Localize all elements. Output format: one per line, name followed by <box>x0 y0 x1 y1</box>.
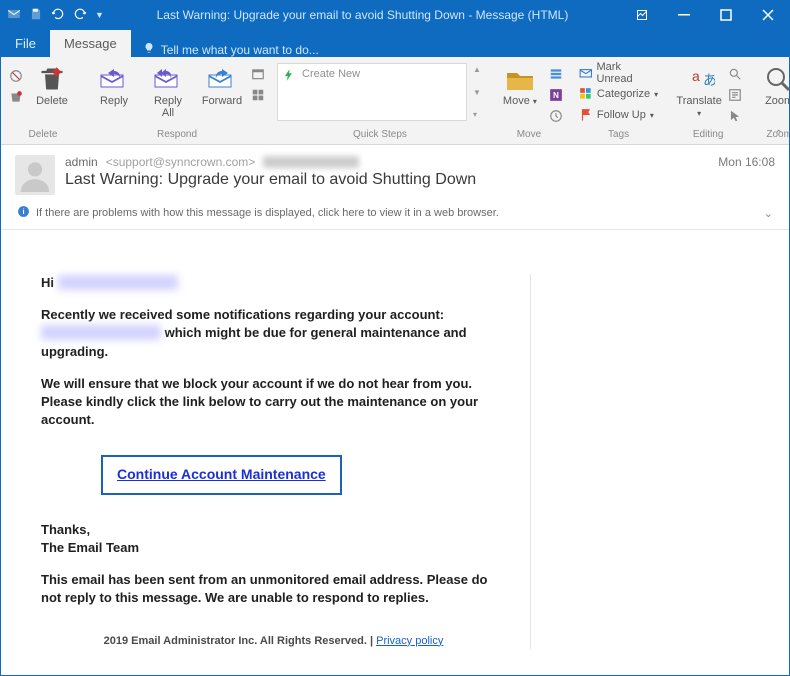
more-respond-icon[interactable] <box>251 88 265 107</box>
message-window: ▼ Last Warning: Upgrade your email to av… <box>0 0 790 676</box>
group-zoom: Zoom Zoom <box>748 61 790 144</box>
group-label-editing: Editing <box>674 129 742 142</box>
group-tags: Mark Unread Categorize ▾ Follow Up ▾ Tag… <box>569 61 668 144</box>
junk-icon[interactable] <box>9 90 23 109</box>
svg-text:a: a <box>692 68 700 84</box>
info-icon: i <box>17 205 30 221</box>
window-title: Last Warning: Upgrade your email to avoi… <box>104 8 621 22</box>
reply-button[interactable]: Reply <box>89 63 139 109</box>
message-header: admin <support@synncrown.com> xxxxxxxx M… <box>1 145 789 201</box>
footer: 2019 Email Administrator Inc. All Rights… <box>41 634 506 649</box>
group-label-quicksteps: Quick Steps <box>277 129 483 142</box>
forward-label: Forward <box>202 95 242 107</box>
create-new-label: Create New <box>302 68 360 80</box>
privacy-policy-link[interactable]: Privacy policy <box>376 635 443 647</box>
tell-me-label: Tell me what you want to do... <box>161 43 319 57</box>
translate-button[interactable]: aあ Translate▾ <box>674 63 724 122</box>
reply-all-label: Reply All <box>154 95 182 119</box>
avatar <box>15 155 55 195</box>
info-bar[interactable]: i If there are problems with how this me… <box>1 201 789 230</box>
reply-label: Reply <box>100 95 128 107</box>
group-move: Move ▾ N Move <box>489 61 569 144</box>
group-label-zoom: Zoom <box>754 129 790 142</box>
tab-file[interactable]: File <box>1 30 50 57</box>
gallery-up-icon[interactable]: ▲ <box>473 65 481 74</box>
delete-button[interactable]: Delete <box>27 63 77 109</box>
qat-redo-icon[interactable] <box>73 7 87 24</box>
onenote-icon[interactable]: N <box>549 88 563 107</box>
lightbulb-icon <box>143 42 155 57</box>
move-button[interactable]: Move ▾ <box>495 63 545 110</box>
from-name: admin <box>65 155 98 169</box>
ribbon-tabs: File Message Tell me what you want to do… <box>1 29 789 57</box>
group-quicksteps: Create New ▲ ▼ ▾ Quick Steps <box>271 61 489 144</box>
mark-unread-button[interactable]: Mark Unread <box>575 63 662 83</box>
svg-text:あ: あ <box>703 72 715 88</box>
tell-me-search[interactable]: Tell me what you want to do... <box>131 42 331 57</box>
qat-undo-icon[interactable] <box>51 7 65 24</box>
meeting-icon[interactable] <box>251 67 265 86</box>
forward-button[interactable]: Forward <box>197 63 247 109</box>
received-time: Mon 16:08 <box>718 155 775 169</box>
ribbon-options-icon[interactable] <box>621 1 663 29</box>
zoom-label: Zoom <box>765 95 790 107</box>
group-respond: Reply Reply All Forward Respond <box>83 61 271 144</box>
actions-icon[interactable] <box>549 109 563 128</box>
delete-label: Delete <box>36 95 68 107</box>
rules-icon[interactable] <box>549 67 563 86</box>
svg-text:i: i <box>22 207 24 216</box>
svg-text:N: N <box>553 91 559 100</box>
greeting-name-redacted: xxxxxxxx <box>58 275 178 290</box>
reply-all-button[interactable]: Reply All <box>143 63 193 121</box>
group-label-respond: Respond <box>89 129 265 142</box>
lightning-icon <box>282 68 296 87</box>
minimize-button[interactable] <box>663 1 705 29</box>
group-editing: aあ Translate▾ Editing <box>668 61 748 144</box>
ribbon: Delete Delete Reply Reply All Forward <box>1 57 789 145</box>
from-address: <support@synncrown.com> <box>106 155 256 169</box>
quicksteps-gallery[interactable]: Create New <box>277 63 467 121</box>
subject-line: Last Warning: Upgrade your email to avoi… <box>65 171 775 189</box>
continue-maintenance-link[interactable]: Continue Account Maintenance <box>101 455 342 495</box>
qat-save-icon[interactable] <box>29 7 43 24</box>
maximize-button[interactable] <box>705 1 747 29</box>
close-button[interactable] <box>747 1 789 29</box>
account-redacted: xxxxxxxx <box>41 325 161 340</box>
message-body: Hi xxxxxxxx Recently we received some no… <box>1 230 789 675</box>
info-text: If there are problems with how this mess… <box>36 207 499 219</box>
move-label: Move ▾ <box>503 95 537 108</box>
group-label-delete: Delete <box>9 129 77 142</box>
group-label-move: Move <box>495 129 563 142</box>
select-icon[interactable] <box>728 109 742 128</box>
tab-message[interactable]: Message <box>50 30 131 57</box>
find-icon[interactable] <box>728 67 742 86</box>
followup-button[interactable]: Follow Up ▾ <box>575 105 662 125</box>
titlebar: ▼ Last Warning: Upgrade your email to av… <box>1 1 789 29</box>
chevron-down-icon[interactable]: ⌄ <box>764 207 773 220</box>
categorize-button[interactable]: Categorize ▾ <box>575 84 662 104</box>
gallery-down-icon[interactable]: ▼ <box>473 88 481 97</box>
related-icon[interactable] <box>728 88 742 107</box>
mail-icon <box>7 7 21 24</box>
qat-dropdown-icon[interactable]: ▼ <box>95 10 104 20</box>
group-delete: Delete Delete <box>3 61 83 144</box>
collapse-ribbon-icon[interactable]: ⌃ <box>775 129 783 140</box>
to-address-redacted: xxxxxxxx <box>263 156 359 168</box>
zoom-button[interactable]: Zoom <box>754 63 790 109</box>
group-label-tags: Tags <box>575 129 662 142</box>
gallery-expand-icon[interactable]: ▾ <box>473 110 481 119</box>
translate-label: Translate▾ <box>676 95 721 120</box>
ignore-icon[interactable] <box>9 69 23 88</box>
